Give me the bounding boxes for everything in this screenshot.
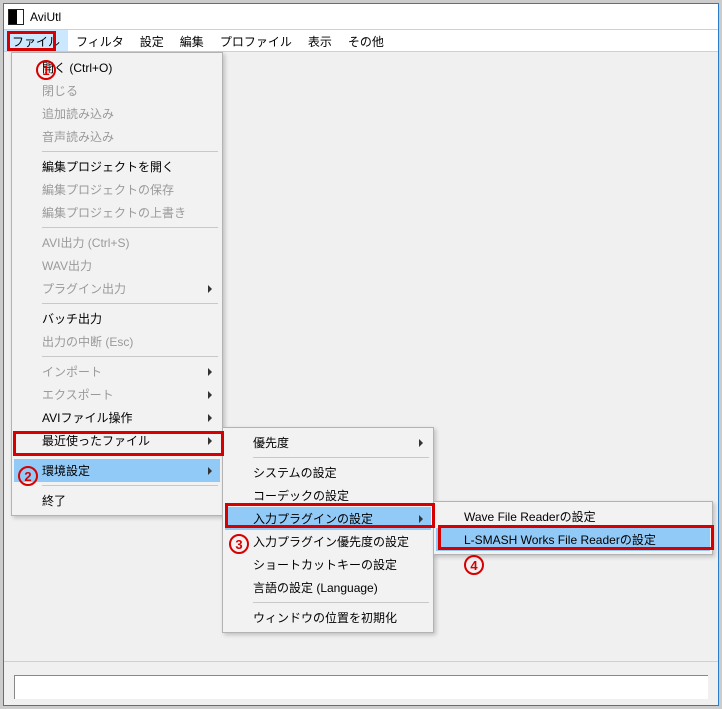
menu-separator	[253, 457, 429, 458]
menu-item-lsmash-reader[interactable]: L-SMASH Works File Readerの設定	[436, 528, 710, 551]
menu-separator	[42, 485, 218, 486]
menu-item-label: 最近使ったファイル	[42, 432, 150, 449]
menu-item-exit[interactable]: 終了	[14, 489, 220, 512]
menu-input-plugin: Wave File Readerの設定 L-SMASH Works File R…	[433, 501, 713, 555]
menu-item-overwrite-project[interactable]: 編集プロジェクトの上書き	[14, 201, 220, 224]
menu-item-save-project[interactable]: 編集プロジェクトの保存	[14, 178, 220, 201]
window-title: AviUtl	[30, 10, 61, 24]
menu-file: 開く (Ctrl+O) 閉じる 追加読み込み 音声読み込み 編集プロジェクトを開…	[11, 52, 223, 516]
menu-item-language-settings[interactable]: 言語の設定 (Language)	[225, 576, 431, 599]
menubar-item-file[interactable]: ファイル	[4, 30, 68, 51]
menu-item-plugin-output[interactable]: プラグイン出力	[14, 277, 220, 300]
menu-item-codec-settings[interactable]: コーデックの設定	[225, 484, 431, 507]
chevron-right-icon	[419, 439, 423, 447]
menubar-item-profile[interactable]: プロファイル	[212, 30, 300, 51]
chevron-right-icon	[419, 515, 423, 523]
menu-item-recent-files[interactable]: 最近使ったファイル	[14, 429, 220, 452]
work-area: 開く (Ctrl+O) 閉じる 追加読み込み 音声読み込み 編集プロジェクトを開…	[4, 52, 718, 705]
menubar-item-view[interactable]: 表示	[300, 30, 340, 51]
menu-item-append-load[interactable]: 追加読み込み	[14, 102, 220, 125]
menu-item-label: エクスポート	[42, 386, 114, 403]
menu-separator	[42, 227, 218, 228]
app-window: AviUtl ファイル フィルタ 設定 編集 プロファイル 表示 その他 開く …	[3, 3, 719, 706]
menu-env-settings: 優先度 システムの設定 コーデックの設定 入力プラグインの設定 入力プラグイン優…	[222, 427, 434, 633]
menu-item-open-project[interactable]: 編集プロジェクトを開く	[14, 155, 220, 178]
menu-item-shortcut-settings[interactable]: ショートカットキーの設定	[225, 553, 431, 576]
menubar: ファイル フィルタ 設定 編集 プロファイル 表示 その他	[4, 30, 718, 52]
app-icon	[8, 9, 24, 25]
status-area	[4, 661, 718, 705]
menu-separator	[42, 455, 218, 456]
chevron-right-icon	[208, 437, 212, 445]
menu-separator	[42, 303, 218, 304]
menu-item-label: 環境設定	[42, 462, 90, 479]
menubar-item-other[interactable]: その他	[340, 30, 392, 51]
timeline-scroll[interactable]	[14, 675, 708, 699]
menu-item-system-settings[interactable]: システムの設定	[225, 461, 431, 484]
menu-item-env-settings[interactable]: 環境設定	[14, 459, 220, 482]
menu-item-priority[interactable]: 優先度	[225, 431, 431, 454]
menu-item-label: プラグイン出力	[42, 280, 126, 297]
menu-item-reset-window-pos[interactable]: ウィンドウの位置を初期化	[225, 606, 431, 629]
menu-item-wav-output[interactable]: WAV出力	[14, 254, 220, 277]
menu-item-import[interactable]: インポート	[14, 360, 220, 383]
menu-separator	[253, 602, 429, 603]
chevron-right-icon	[208, 368, 212, 376]
menu-separator	[42, 151, 218, 152]
menubar-item-edit[interactable]: 編集	[172, 30, 212, 51]
menu-item-input-plugin-priority[interactable]: 入力プラグイン優先度の設定	[225, 530, 431, 553]
menubar-item-settings[interactable]: 設定	[132, 30, 172, 51]
menu-item-input-plugin-settings[interactable]: 入力プラグインの設定	[225, 507, 431, 530]
chevron-right-icon	[208, 285, 212, 293]
chevron-right-icon	[208, 391, 212, 399]
chevron-right-icon	[208, 467, 212, 475]
menu-item-open[interactable]: 開く (Ctrl+O)	[14, 56, 220, 79]
menu-item-avi-output[interactable]: AVI出力 (Ctrl+S)	[14, 231, 220, 254]
menu-separator	[42, 356, 218, 357]
menu-item-label: AVIファイル操作	[42, 409, 132, 426]
menu-item-avi-file-ops[interactable]: AVIファイル操作	[14, 406, 220, 429]
menu-item-wave-file-reader[interactable]: Wave File Readerの設定	[436, 505, 710, 528]
menu-item-abort-output[interactable]: 出力の中断 (Esc)	[14, 330, 220, 353]
titlebar: AviUtl	[4, 4, 718, 30]
chevron-right-icon	[208, 414, 212, 422]
menu-item-close[interactable]: 閉じる	[14, 79, 220, 102]
menu-item-audio-load[interactable]: 音声読み込み	[14, 125, 220, 148]
menu-item-label: インポート	[42, 363, 102, 380]
menu-item-label: 入力プラグインの設定	[253, 510, 373, 527]
menu-item-batch-output[interactable]: バッチ出力	[14, 307, 220, 330]
menu-item-label: 優先度	[253, 434, 289, 451]
menubar-item-filter[interactable]: フィルタ	[68, 30, 132, 51]
menu-item-export[interactable]: エクスポート	[14, 383, 220, 406]
